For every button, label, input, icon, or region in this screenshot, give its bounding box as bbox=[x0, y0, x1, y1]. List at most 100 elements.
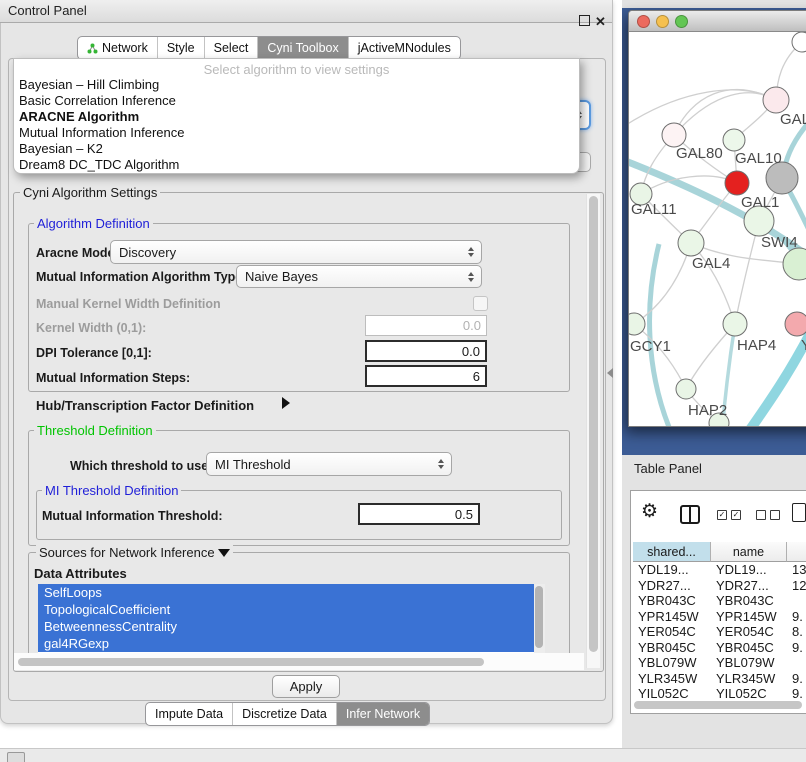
control-panel-title: Control Panel bbox=[8, 0, 87, 22]
column-header-name[interactable]: name bbox=[711, 542, 787, 562]
column-header-shared-name[interactable]: shared... bbox=[633, 542, 711, 562]
close-icon[interactable]: ✕ bbox=[595, 14, 606, 30]
table-row[interactable]: YBR045CYBR045C9. bbox=[631, 640, 806, 656]
network-node[interactable] bbox=[723, 129, 745, 151]
table-horizontal-scrollbar[interactable] bbox=[634, 701, 802, 709]
gear-icon[interactable]: ⚙ bbox=[641, 500, 658, 523]
network-edge bbox=[650, 244, 671, 426]
algorithm-option[interactable]: Mutual Information Inference bbox=[14, 125, 579, 141]
table-cell: YDL19... bbox=[709, 562, 785, 578]
tab-jactivemnodules[interactable]: jActiveMNodules bbox=[349, 37, 460, 59]
scrollbar-thumb[interactable] bbox=[535, 586, 543, 648]
columns-icon[interactable] bbox=[680, 505, 700, 524]
tab-cyni-toolbox[interactable]: Cyni Toolbox bbox=[258, 37, 348, 59]
tab-style[interactable]: Style bbox=[158, 37, 205, 59]
network-node[interactable] bbox=[662, 123, 686, 147]
mi-steps-field[interactable]: 6 bbox=[365, 365, 487, 387]
algorithm-dropdown-prompt: Select algorithm to view settings bbox=[14, 59, 579, 77]
algorithm-option[interactable]: ARACNE Algorithm bbox=[14, 109, 579, 125]
table-cell: YBR043C bbox=[631, 593, 709, 609]
tab-impute-data[interactable]: Impute Data bbox=[146, 703, 233, 725]
network-node-label: GAL80 bbox=[676, 145, 723, 162]
manual-kernel-width-checkbox[interactable] bbox=[473, 296, 488, 311]
network-edge bbox=[674, 93, 776, 135]
network-node-label: GAL11 bbox=[631, 201, 677, 218]
attribute-items: SelfLoopsTopologicalCoefficientBetweenne… bbox=[38, 584, 545, 652]
attribute-item[interactable]: gal4RGexp bbox=[38, 635, 545, 652]
apply-button[interactable]: Apply bbox=[272, 675, 340, 698]
collapsed-panel-icon[interactable] bbox=[7, 752, 25, 762]
tab-network[interactable]: Network bbox=[78, 37, 158, 59]
network-canvas[interactable]: GALGAL80GAL10GAL11GAL1SWI4GAL4GCY1HAP4YH… bbox=[629, 32, 806, 426]
aracne-mode-label: Aracne Mode: bbox=[36, 246, 119, 260]
tab-select[interactable]: Select bbox=[205, 37, 259, 59]
algorithm-option-list: Bayesian – Hill ClimbingBasic Correlatio… bbox=[14, 77, 579, 173]
network-node-label: HAP2 bbox=[688, 402, 727, 419]
mi-algorithm-type-label: Mutual Information Algorithm Type: bbox=[36, 270, 246, 284]
table-cell: YER054C bbox=[631, 624, 709, 640]
mi-threshold-field[interactable]: 0.5 bbox=[358, 503, 480, 525]
expand-right-icon[interactable] bbox=[282, 397, 290, 409]
stepper-arrows-icon bbox=[468, 247, 474, 257]
table-row[interactable]: YBR043CYBR043C bbox=[631, 593, 806, 609]
attributes-scrollbar[interactable] bbox=[534, 584, 545, 654]
network-node[interactable] bbox=[725, 171, 749, 195]
table-row[interactable]: YDR27...YDR27...12 bbox=[631, 578, 806, 594]
network-node-label: HAP4 bbox=[737, 337, 776, 354]
select-all-checkboxes-icon[interactable]: ✓✓ bbox=[717, 510, 741, 520]
network-node[interactable] bbox=[678, 230, 704, 256]
network-edge bbox=[735, 221, 759, 324]
network-node-label: Y bbox=[801, 337, 806, 354]
scrollbar-thumb[interactable] bbox=[589, 196, 598, 652]
kernel-width-field[interactable]: 0.0 bbox=[365, 315, 487, 336]
table-row[interactable]: YIL052CYIL052C9. bbox=[631, 686, 806, 702]
table-cell: 9. bbox=[785, 686, 806, 702]
network-node[interactable] bbox=[763, 87, 789, 113]
algorithm-option[interactable]: Dream8 DC_TDC Algorithm bbox=[14, 157, 579, 173]
attribute-item[interactable]: BetweennessCentrality bbox=[38, 618, 545, 635]
split-pane-collapse-icon[interactable] bbox=[607, 368, 613, 378]
mi-algorithm-type-combobox[interactable]: Naive Bayes bbox=[236, 265, 482, 288]
minimize-traffic-light[interactable] bbox=[656, 15, 669, 28]
table-row[interactable]: YER054CYER054C8. bbox=[631, 624, 806, 640]
network-node-label: SWI4 bbox=[761, 234, 798, 251]
table-cell: YPR145W bbox=[709, 609, 785, 625]
column-header-partial[interactable] bbox=[787, 542, 806, 562]
settings-horizontal-scrollbar[interactable] bbox=[18, 658, 484, 666]
attribute-item[interactable]: TopologicalCoefficient bbox=[38, 601, 545, 618]
table-cell: 8. bbox=[785, 624, 806, 640]
algorithm-option[interactable]: Bayesian – K2 bbox=[14, 141, 579, 157]
tab-discretize-data[interactable]: Discretize Data bbox=[233, 703, 337, 725]
settings-vertical-scrollbar[interactable] bbox=[586, 194, 600, 668]
hub-definition-toggle-label[interactable]: Hub/Transcription Factor Definition bbox=[36, 398, 254, 413]
table-cell: YIL052C bbox=[709, 686, 785, 702]
sources-group-title[interactable]: Sources for Network Inference bbox=[36, 545, 233, 560]
table-row[interactable]: YLR345WYLR345W9. bbox=[631, 671, 806, 687]
network-node[interactable] bbox=[723, 312, 747, 336]
table-cell: 12 bbox=[785, 578, 806, 594]
tab-infer-network[interactable]: Infer Network bbox=[337, 703, 429, 725]
network-node[interactable] bbox=[676, 379, 696, 399]
table-row[interactable]: YPR145WYPR145W9. bbox=[631, 609, 806, 625]
kernel-width-label: Kernel Width (0,1): bbox=[36, 321, 146, 335]
zoom-traffic-light[interactable] bbox=[675, 15, 688, 28]
close-traffic-light[interactable] bbox=[637, 15, 650, 28]
dpi-tolerance-field[interactable]: 0.0 bbox=[365, 340, 487, 362]
table-cell: YBR043C bbox=[709, 593, 785, 609]
algorithm-option[interactable]: Bayesian – Hill Climbing bbox=[14, 77, 579, 93]
export-table-icon[interactable] bbox=[792, 503, 806, 522]
network-node[interactable] bbox=[783, 248, 806, 280]
application-root: Control Panel ✕ Network Style Select Cyn… bbox=[0, 0, 806, 762]
deselect-all-checkboxes-icon[interactable] bbox=[756, 510, 780, 520]
mi-threshold-group-title: MI Threshold Definition bbox=[42, 483, 181, 498]
float-window-icon[interactable] bbox=[579, 15, 590, 26]
algorithm-option[interactable]: Basic Correlation Inference bbox=[14, 93, 579, 109]
table-row[interactable]: YBL079WYBL079W bbox=[631, 655, 806, 671]
aracne-mode-combobox[interactable]: Discovery bbox=[110, 240, 482, 264]
attribute-item[interactable]: SelfLoops bbox=[38, 584, 545, 601]
table-row[interactable]: YDL19...YDL19...13 bbox=[631, 562, 806, 578]
which-threshold-combobox[interactable]: MI Threshold bbox=[206, 452, 452, 476]
network-node[interactable] bbox=[785, 312, 806, 336]
control-panel-tabbar: Network Style Select Cyni Toolbox jActiv… bbox=[77, 36, 461, 60]
dpi-tolerance-label: DPI Tolerance [0,1]: bbox=[36, 346, 152, 360]
